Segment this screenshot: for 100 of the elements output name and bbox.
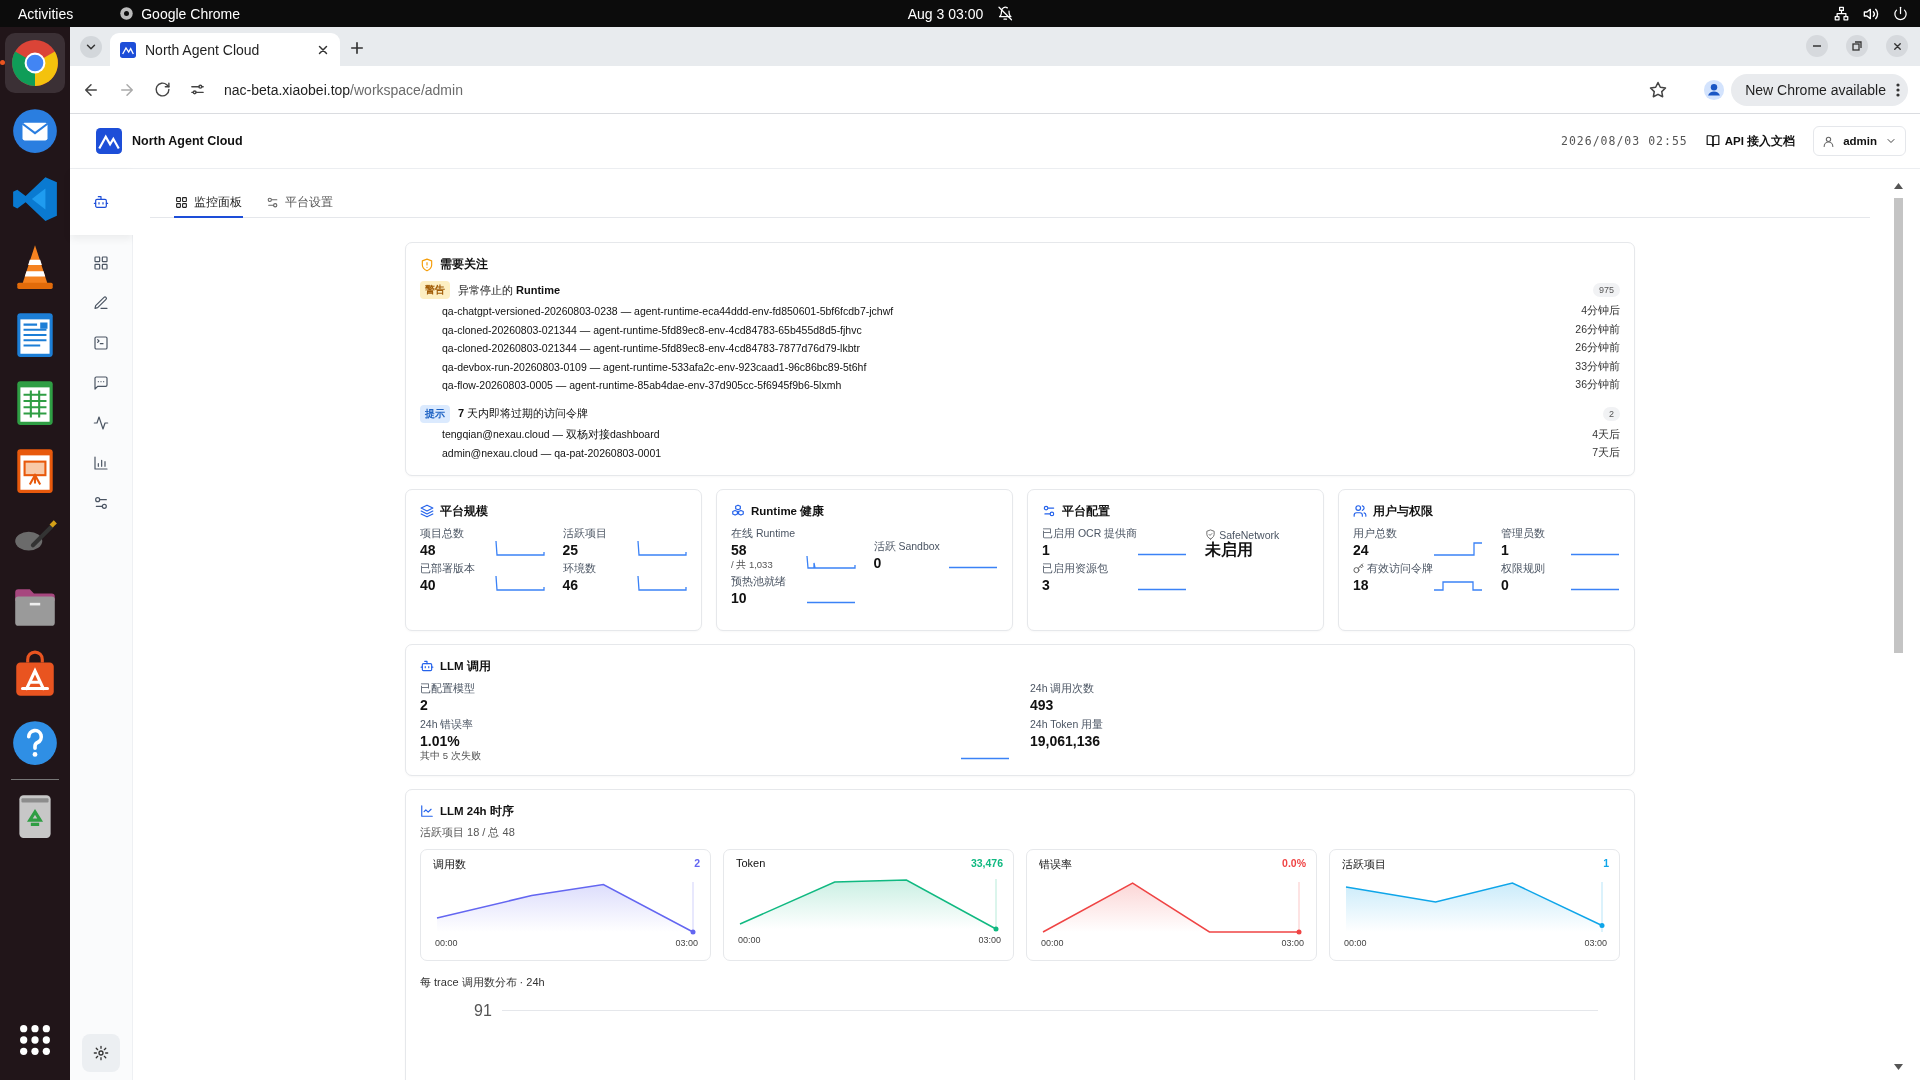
metric-value: 1.01% [420,731,461,750]
profile-icon[interactable] [1703,78,1726,101]
minimize-button[interactable] [1806,35,1828,57]
card-title: 平台规模 [440,503,488,519]
clock[interactable]: Aug 3 03:00 [907,5,984,22]
metric-label: 管理员数 [1501,526,1545,541]
layers-icon [420,504,434,518]
relative-time: 26分钟前 [1575,341,1620,356]
metric-value: 40 [420,575,437,594]
chart-value: 2 [694,856,700,871]
list-item[interactable]: qa-cloned-20260803-021344 — agent-runtime-5fd89ec8-env-4cd84783-65b455d8d5-fjhvc [442,323,862,336]
metric-value: 48 [420,540,437,559]
new-tab-icon[interactable] [348,39,366,57]
address-bar[interactable]: nac-beta.xiaobei.top/workspace/admin [224,81,463,98]
metric-label: 24h 错误率 [420,717,474,732]
restore-button[interactable] [1846,35,1868,57]
reload-icon[interactable] [154,81,171,98]
metric-label: 24h Token 用量 [1030,717,1104,732]
metric-label: 用户总数 [1353,526,1397,541]
logo-icon [96,128,122,154]
chart-value: 0.0% [1282,856,1306,871]
tab-list-button[interactable] [80,36,102,58]
settings-icon [93,1045,109,1061]
terminal-icon [93,335,109,351]
app-grid-icon[interactable] [18,1023,52,1057]
line-chart-icon [420,804,434,818]
network-icon[interactable] [1834,6,1849,21]
help-icon[interactable] [10,718,60,768]
power-icon[interactable] [1893,6,1908,21]
metric-value: 1 [1501,540,1510,559]
list-item[interactable]: qa-flow-20260803-0005 — agent-runtime-85ab4dae-env-37d905cc-5f6945f9b6-5lxmh [442,379,842,392]
metric-label: 权限规则 [1501,561,1545,576]
card-title: LLM 24h 时序 [440,803,514,819]
browser-tab[interactable]: North Agent Cloud [110,33,340,66]
metric-value: 25 [562,540,580,559]
metric-label: 已启用 OCR 提供商 [1042,526,1138,541]
mail-icon[interactable] [10,106,60,156]
metric-label: 有效访问令牌 [1367,561,1433,576]
list-item[interactable]: tengqian@nexau.cloud — 双杨对接dashboard [442,427,660,442]
settings-button[interactable] [82,1034,120,1072]
close-button[interactable] [1886,35,1908,57]
axis-label: 00:00 [1041,937,1064,948]
pen-icon [93,295,109,311]
metric-value: 58 [731,540,748,559]
badge: 提示 [420,404,450,423]
app-menu-icon[interactable] [119,6,135,21]
tab[interactable]: 监控面板 [174,188,243,218]
metric-label: 环境数 [562,561,596,576]
bell-icon [997,6,1013,21]
key-icon [1353,563,1364,574]
metric-value: 3 [1042,575,1051,594]
sparkline [637,574,687,591]
metric-value: 24 [1353,540,1370,559]
close-icon [1891,40,1903,52]
axis-label: 00:00 [1344,937,1367,948]
app-menu[interactable]: Google Chrome [141,5,241,22]
metric-value: 46 [562,575,580,594]
cubes-icon [731,504,745,518]
metric-label: 已启用资源包 [1042,561,1108,576]
brand-name: North Agent Cloud [132,134,243,148]
user-icon [1822,134,1836,148]
tab[interactable]: 平台设置 [265,188,334,218]
activities-button[interactable]: Activities [18,5,74,22]
card-title: 用户与权限 [1373,503,1433,519]
card-title: 需要关注 [440,257,488,272]
robot-icon [93,194,109,210]
chart-title: 活跃项目 [1342,856,1386,872]
browser-icon[interactable] [10,38,60,88]
update-button[interactable]: New Chrome available [1731,73,1908,106]
robot-icon [420,659,434,673]
axis-label: 03:00 [1584,937,1607,948]
metric-label: 预热池就绪 [731,574,786,589]
sparkline [494,539,545,556]
list-item[interactable]: qa-cloned-20260803-021344 — agent-runtime-5fd89ec8-env-4cd84783-7877d76d79-lkbtr [442,342,860,355]
code-editor-icon[interactable] [10,174,60,224]
axis-label: 91 [474,1001,492,1020]
section-title: 每 trace 调用数分布 · 24h [420,974,546,990]
chart-title: 错误率 [1039,856,1072,872]
metric-value: 493 [1030,695,1055,714]
list-item[interactable]: qa-devbox-run-20260803-0109 — agent-runtime-533afa2c-env-923caad1-96c86bc89-5t6hf [442,360,867,373]
date-time: 2026/08/03 02:55 [1560,134,1688,148]
list-item[interactable]: qa-chatgpt-versioned-20260803-0238 — agent-runtime-eca44ddd-env-fd850601-5bf6fcdb7-jchwf [442,305,894,318]
star-icon[interactable] [1649,80,1668,99]
card-title: Runtime 健康 [751,503,825,519]
scroll-down-icon[interactable] [1894,1064,1903,1070]
list-item[interactable]: admin@nexau.cloud — qa-pat-20260803-0001 [442,447,662,460]
docs-link[interactable]: API 接入文档 [1705,133,1796,149]
axis-label: 03:00 [978,934,1001,945]
metric-value: 0 [873,553,883,572]
metric-value: 19,061,136 [1030,731,1102,750]
sparkline [960,756,1010,760]
user-menu[interactable]: admin [1813,126,1906,156]
sliders-icon [93,495,109,511]
relative-time: 4分钟后 [1581,304,1620,319]
scrollbar[interactable] [1893,183,1904,1070]
relative-time: 36分钟前 [1575,378,1620,393]
metric-label: 已配置模型 [420,681,475,696]
scroll-up-icon[interactable] [1894,183,1903,189]
sparkline [1433,580,1483,591]
metric-value: 未启用 [1205,540,1255,559]
